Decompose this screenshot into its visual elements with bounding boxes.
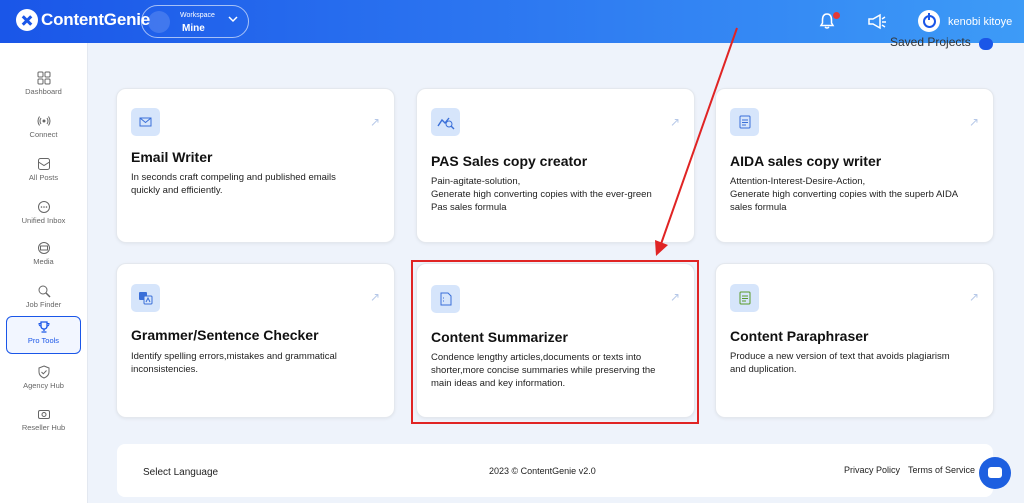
annotation-arrow (655, 27, 738, 256)
